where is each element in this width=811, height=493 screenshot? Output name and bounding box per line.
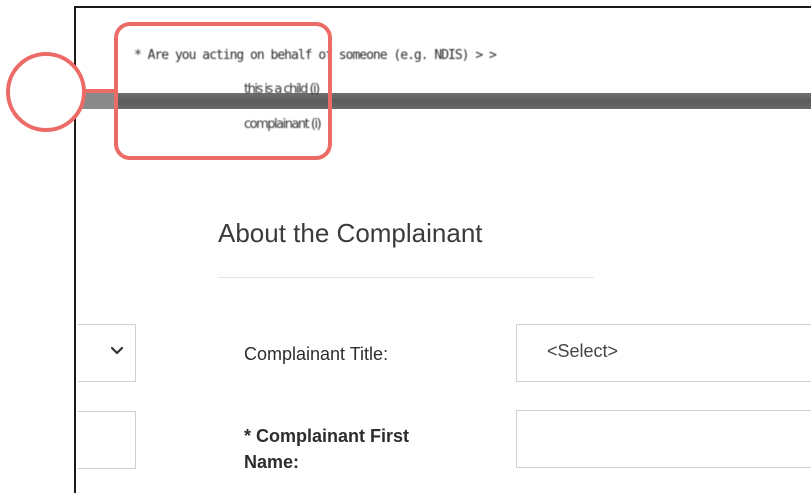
complainant-title-select-value: <Select> (547, 341, 619, 361)
section-divider (218, 277, 594, 278)
complainant-title-label: Complainant Title: (244, 344, 389, 364)
complainant-title-select[interactable]: <Select> (516, 324, 811, 382)
annotation-highlight-box (114, 22, 332, 160)
frame-top-border (74, 6, 811, 8)
screenshot-stage: * Are you acting on behalf of someone (e… (0, 0, 811, 493)
left-select-dropdown[interactable] (78, 324, 136, 382)
section-title: About the Complainant (218, 218, 483, 248)
left-text-input[interactable] (78, 411, 136, 469)
annotation-connector (86, 89, 114, 93)
chevron-down-icon (110, 346, 124, 355)
complainant-first-name-label: * Complainant First Name: (244, 426, 410, 472)
annotation-circle (6, 52, 86, 132)
complainant-first-name-input[interactable] (516, 410, 811, 468)
